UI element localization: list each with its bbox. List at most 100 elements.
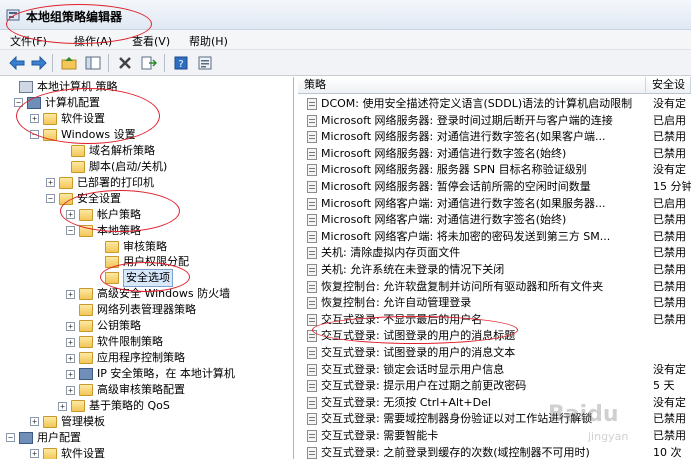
tree-item[interactable]: + 软件设置 (30, 111, 105, 127)
tree-item[interactable]: − 计算机配置 (14, 95, 100, 111)
policy-icon (307, 214, 317, 227)
console-tree[interactable]: 本地计算机 策略 − 计算机配置 + 软件设置 − Windows 设置 域名解析策略 脚本(启… (0, 77, 294, 459)
list-item[interactable]: 交互式登录: 提示用户在过期之前更改密码 5 天 (298, 378, 691, 394)
expand-icon[interactable]: + (66, 337, 75, 347)
list-item[interactable]: Microsoft 网络客户端: 将未加密的密码发送到第三方 SM... 已禁用 (298, 229, 691, 245)
expand-icon[interactable]: + (66, 385, 75, 395)
collapse-icon[interactable]: − (66, 226, 75, 236)
tree-item[interactable]: − 本地策略 (66, 223, 141, 239)
computer-icon (27, 96, 41, 109)
list-item[interactable]: 交互式登录: 锁定会话时显示用户信息 没有定 (298, 362, 691, 378)
back-arrow-icon[interactable] (8, 54, 26, 72)
properties-icon[interactable] (196, 54, 214, 72)
tree-item[interactable]: + 已部署的打印机 (46, 175, 154, 191)
tree-item[interactable]: 安全选项 (92, 269, 173, 288)
tree-item-label: 基于策略的 QoS (89, 399, 170, 412)
menu-action[interactable]: 操作(A) (74, 33, 112, 49)
policy-icon (307, 396, 317, 409)
up-folder-icon[interactable] (60, 54, 78, 72)
column-header-policy[interactable]: 策略 (298, 77, 646, 94)
computer-icon (19, 431, 33, 444)
list-item[interactable]: Microsoft 网络服务器: 登录时间过期后断开与客户端的连接 已启用 (298, 113, 691, 129)
tree-item[interactable]: + 基于策略的 QoS (58, 398, 170, 414)
policy-name: 交互式登录: 试图登录的用户的消息文本 (321, 346, 516, 359)
expand-icon[interactable]: + (46, 178, 55, 188)
folder-icon (71, 144, 85, 157)
folder-icon (105, 272, 119, 285)
list-item[interactable]: 恢复控制台: 允许软盘复制并访问所有驱动器和所有文件夹 已禁用 (298, 279, 691, 295)
expand-icon[interactable]: + (30, 449, 39, 459)
tree-item[interactable]: − Windows 设置 (30, 127, 136, 143)
policy-setting: 已禁用 (653, 279, 686, 293)
expand-icon[interactable]: + (58, 401, 67, 411)
list-item[interactable]: Microsoft 网络客户端: 对通信进行数字签名(始终) 已禁用 (298, 212, 691, 228)
tree-item[interactable]: + 高级审核策略配置 (66, 382, 185, 398)
collapse-icon[interactable]: − (46, 194, 55, 204)
list-item[interactable]: Microsoft 网络服务器: 对通信进行数字签名(始终) 已禁用 (298, 146, 691, 162)
tree-item[interactable]: 审核策略 (92, 239, 167, 255)
policy-setting: 已禁用 (653, 213, 686, 227)
menu-help[interactable]: 帮助(H) (189, 33, 228, 49)
policy-setting: 已禁用 (653, 312, 686, 326)
list-item[interactable]: DCOM: 使用安全描述符定义语言(SDDL)语法的计算机启动限制 没有定 (298, 96, 691, 112)
tree-item[interactable]: + 管理模板 (30, 414, 105, 430)
policy-name: Microsoft 网络客户端: 对通信进行数字签名(始终) (321, 213, 567, 227)
computer-icon (19, 81, 33, 93)
expand-icon[interactable]: + (66, 353, 75, 363)
export-list-icon[interactable] (140, 54, 158, 72)
delete-icon[interactable] (116, 54, 134, 72)
tree-item[interactable]: 本地计算机 策略 (6, 79, 118, 95)
list-item[interactable]: 交互式登录: 不显示最后的用户名 已禁用 (298, 312, 691, 328)
tree-item[interactable]: 网络列表管理器策略 (66, 302, 196, 318)
tree-item[interactable]: + 软件设置 (30, 446, 105, 459)
list-item[interactable]: 关机: 清除虚拟内存页面文件 已禁用 (298, 245, 691, 261)
show-hide-tree-icon[interactable] (84, 54, 102, 72)
tree-item[interactable]: + IP 安全策略，在 本地计算机 (66, 366, 235, 382)
policy-name: 恢复控制台: 允许软盘复制并访问所有驱动器和所有文件夹 (321, 279, 604, 293)
policy-name: Microsoft 网络服务器: 暂停会话前所需的空闲时间数量 (321, 180, 591, 193)
svg-text:?: ? (178, 59, 183, 70)
menu-view[interactable]: 查看(V) (132, 33, 170, 49)
tree-item-label: 安全设置 (77, 191, 121, 205)
policy-icon (307, 98, 317, 110)
expand-icon[interactable]: + (30, 417, 39, 427)
policy-icon (307, 297, 317, 310)
policy-name: 关机: 清除虚拟内存页面文件 (321, 246, 461, 260)
list-item[interactable]: Microsoft 网络服务器: 对通信进行数字签名(如果客户端... 已禁用 (298, 129, 691, 145)
expand-icon[interactable]: + (66, 321, 75, 331)
tree-item-label: 软件设置 (61, 446, 105, 459)
list-item[interactable]: 交互式登录: 试图登录的用户的消息标题 (298, 328, 691, 344)
tree-item[interactable]: + 高级安全 Windows 防火墙 (66, 286, 230, 302)
tree-item[interactable]: + 应用程序控制策略 (66, 350, 185, 366)
tree-item-label: Windows 设置 (61, 127, 136, 141)
tree-item[interactable]: 脚本(启动/关机) (58, 159, 167, 175)
list-item[interactable]: 关机: 允许系统在未登录的情况下关闭 已禁用 (298, 262, 691, 278)
tree-item[interactable]: 域名解析策略 (58, 143, 155, 159)
list-item[interactable]: 交互式登录: 试图登录的用户的消息文本 (298, 345, 691, 361)
tree-item-label: 管理模板 (61, 414, 105, 428)
help-icon[interactable]: ? (172, 54, 190, 72)
tree-item[interactable]: 用户权限分配 (92, 254, 189, 270)
expand-icon[interactable]: + (30, 114, 39, 124)
collapse-icon[interactable]: − (30, 130, 39, 140)
policy-name: 恢复控制台: 允许自动管理登录 (321, 296, 472, 310)
list-item[interactable]: Microsoft 网络服务器: 暂停会话前所需的空闲时间数量 15 分钟 (298, 179, 691, 195)
tree-item-label: 已部署的打印机 (77, 175, 154, 189)
tree-item[interactable]: + 软件限制策略 (66, 334, 163, 350)
tree-item[interactable]: + 公钥策略 (66, 318, 141, 334)
expand-icon[interactable]: + (66, 289, 75, 299)
list-item[interactable]: Microsoft 网络服务器: 服务器 SPN 目标名称验证级别 没有定 (298, 162, 691, 178)
list-item[interactable]: 恢复控制台: 允许自动管理登录 已禁用 (298, 295, 691, 311)
collapse-icon[interactable]: − (14, 98, 23, 108)
tree-item[interactable]: − 用户配置 (6, 430, 81, 446)
expand-icon[interactable]: + (66, 369, 75, 379)
list-item[interactable]: Microsoft 网络客户端: 对通信进行数字签名(如果服务器... 已启用 (298, 196, 691, 212)
forward-arrow-icon[interactable] (30, 54, 48, 72)
column-header-setting[interactable]: 安全设 (646, 77, 691, 94)
collapse-icon[interactable]: − (6, 433, 15, 443)
tree-item[interactable]: + 帐户策略 (66, 207, 141, 223)
tree-item[interactable]: − 安全设置 (46, 191, 121, 207)
expand-icon[interactable]: + (66, 210, 75, 220)
policy-name: Microsoft 网络服务器: 对通信进行数字签名(始终) (321, 146, 567, 160)
menu-file[interactable]: 文件(F) (10, 33, 47, 49)
